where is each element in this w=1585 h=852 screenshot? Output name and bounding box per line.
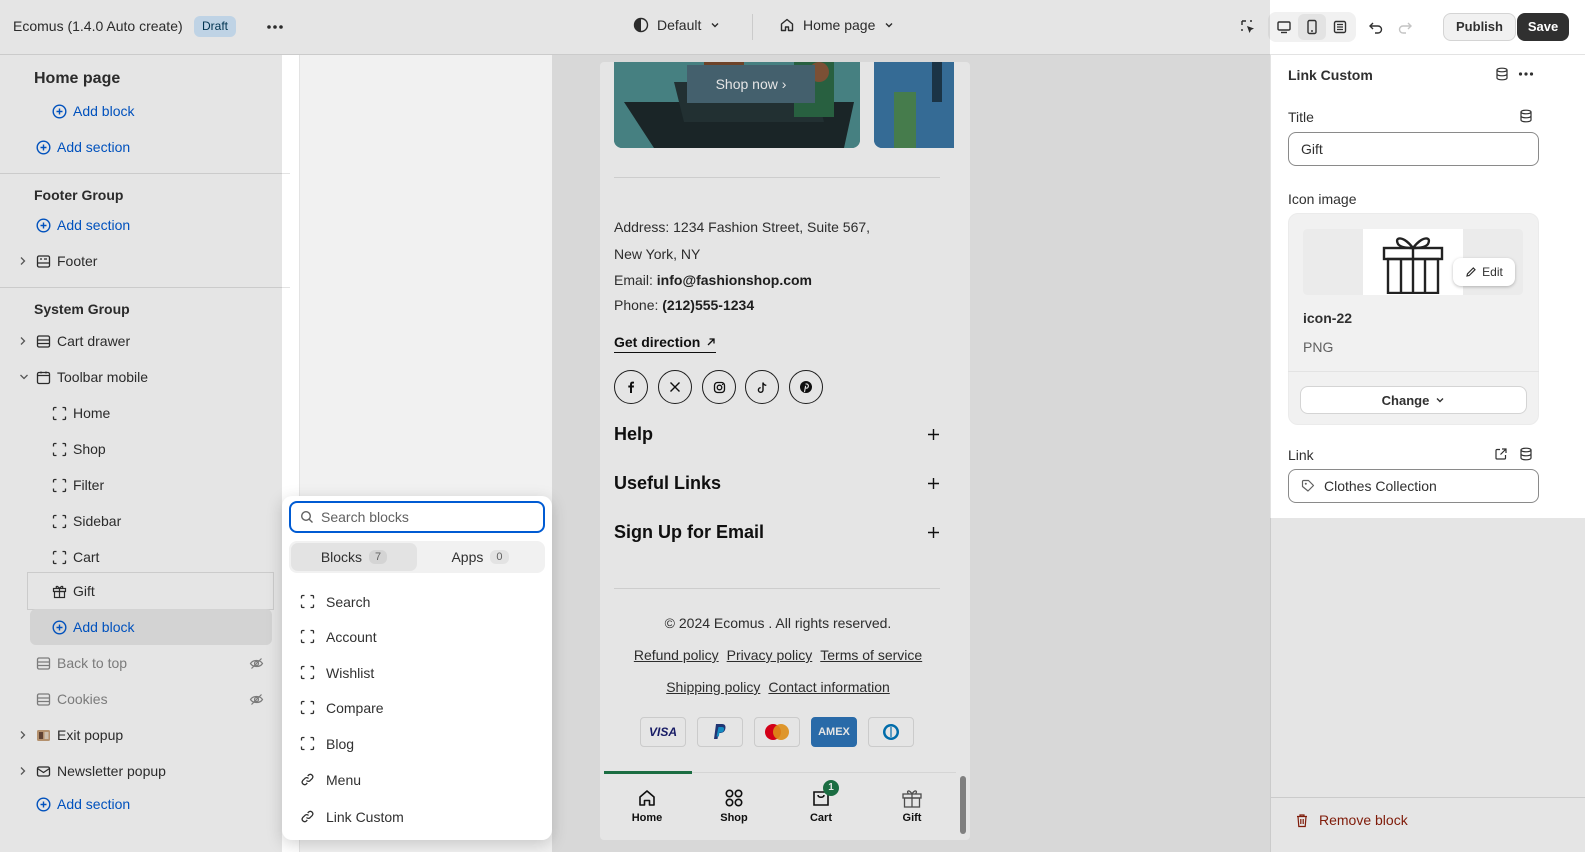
focus-overlay xyxy=(0,0,1270,55)
database-icon[interactable] xyxy=(1495,67,1509,81)
block-icon xyxy=(300,700,315,715)
block-icon xyxy=(300,629,315,644)
panel-title: Link Custom xyxy=(1288,67,1373,83)
link-value: Clothes Collection xyxy=(1324,478,1437,494)
external-link-icon[interactable] xyxy=(1494,447,1508,461)
block-icon xyxy=(300,665,315,680)
link-icon xyxy=(300,809,315,824)
focus-overlay xyxy=(552,55,1270,852)
block-option-account[interactable]: Account xyxy=(284,619,550,654)
image-name: icon-22 xyxy=(1303,310,1353,326)
tab-apps[interactable]: Apps 0 xyxy=(417,543,543,571)
image-type: PNG xyxy=(1303,339,1334,355)
link-input[interactable]: Clothes Collection xyxy=(1288,469,1539,503)
link-field-label: Link xyxy=(1288,447,1314,463)
focus-overlay xyxy=(1270,518,1585,852)
gift-icon xyxy=(1380,230,1446,294)
desktop-view-icon[interactable] xyxy=(1270,14,1298,40)
undo-icon[interactable] xyxy=(1362,13,1390,41)
change-label: Change xyxy=(1381,392,1430,408)
block-option-wishlist[interactable]: Wishlist xyxy=(284,655,550,690)
database-icon[interactable] xyxy=(1519,109,1533,123)
block-icon xyxy=(300,736,315,751)
tab-label: Apps xyxy=(451,549,484,565)
change-image-button[interactable]: Change xyxy=(1300,386,1527,414)
more-actions-icon[interactable] xyxy=(1517,67,1535,81)
viewport-switcher xyxy=(1268,12,1356,42)
block-option-label: Wishlist xyxy=(326,664,375,681)
link-icon xyxy=(300,772,315,787)
fullscreen-view-icon[interactable] xyxy=(1326,14,1354,40)
preview-backdrop xyxy=(1303,229,1363,295)
block-option-label: Search xyxy=(326,593,371,610)
tab-blocks[interactable]: Blocks 7 xyxy=(291,543,417,571)
block-search-field[interactable] xyxy=(289,501,545,533)
block-option-label: Compare xyxy=(326,699,384,716)
block-option-blog[interactable]: Blog xyxy=(284,726,550,761)
block-icon xyxy=(300,594,315,609)
collection-tag-icon xyxy=(1301,479,1315,493)
database-icon[interactable] xyxy=(1519,447,1533,461)
block-option-search[interactable]: Search xyxy=(284,584,550,619)
divider xyxy=(1288,371,1539,372)
block-picker-popover: Blocks 7 Apps 0 Search Account Wishlist … xyxy=(282,496,552,840)
title-field-label: Title xyxy=(1288,109,1314,125)
block-option-label: Menu xyxy=(326,771,362,788)
edit-label: Edit xyxy=(1482,265,1503,279)
block-option-label: Account xyxy=(326,628,377,645)
pencil-icon xyxy=(1465,266,1477,278)
mobile-view-icon[interactable] xyxy=(1298,14,1326,40)
tab-count: 0 xyxy=(490,550,509,564)
block-option-label: Blog xyxy=(326,735,355,752)
tab-count: 7 xyxy=(369,550,388,564)
title-input[interactable]: Gift xyxy=(1288,132,1539,166)
redo-icon[interactable] xyxy=(1391,13,1419,41)
save-button[interactable]: Save xyxy=(1517,13,1569,41)
block-option-compare[interactable]: Compare xyxy=(284,690,550,725)
block-option-link-custom[interactable]: Link Custom xyxy=(284,797,550,836)
focus-overlay xyxy=(0,55,282,852)
icon-image-label: Icon image xyxy=(1288,191,1357,207)
search-icon xyxy=(300,510,314,524)
chevron-down-icon xyxy=(1435,395,1445,405)
block-search-input[interactable] xyxy=(321,509,521,525)
publish-button[interactable]: Publish xyxy=(1443,13,1516,41)
image-picker-card: Edit icon-22 PNG Change xyxy=(1288,213,1539,425)
block-option-menu[interactable]: Menu xyxy=(284,762,550,797)
block-option-label: Link Custom xyxy=(326,808,404,825)
edit-image-button[interactable]: Edit xyxy=(1453,258,1515,286)
image-preview: Edit xyxy=(1303,229,1523,295)
tab-label: Blocks xyxy=(320,549,363,565)
picker-tabs: Blocks 7 Apps 0 xyxy=(289,541,545,573)
